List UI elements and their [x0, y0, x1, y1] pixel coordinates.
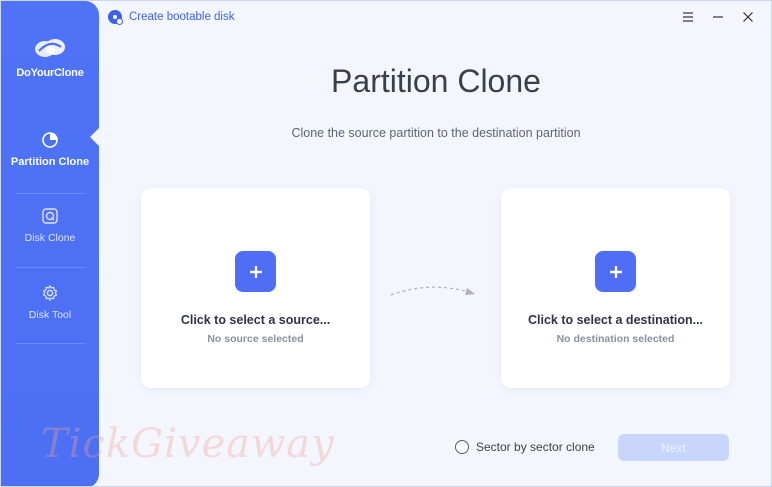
close-button[interactable]	[733, 7, 763, 27]
destination-card[interactable]: Click to select a destination... No dest…	[501, 188, 730, 388]
source-card-status: No source selected	[207, 333, 304, 345]
sidebar-item-partition-clone[interactable]: Partition Clone	[1, 131, 99, 168]
sidebar-item-label: Disk Tool	[28, 309, 72, 321]
divider	[15, 193, 85, 194]
create-bootable-label: Create bootable disk	[129, 11, 235, 23]
hamburger-icon	[683, 12, 693, 22]
gear-icon	[42, 285, 58, 301]
page-subtitle: Clone the source partition to the destin…	[291, 126, 581, 140]
app-logo: DoYourClone	[1, 35, 99, 79]
minimize-button[interactable]	[703, 7, 733, 27]
source-card-title: Click to select a source...	[180, 313, 331, 327]
source-card[interactable]: Click to select a source... No source se…	[141, 188, 370, 388]
pie-chart-icon	[42, 132, 58, 148]
dashed-arrow-icon	[390, 286, 475, 296]
sector-radio[interactable]	[455, 440, 469, 454]
sidebar: DoYourClone Partition Clone Disk Clone D…	[1, 1, 100, 486]
add-source-button[interactable]	[235, 251, 276, 292]
divider	[15, 343, 85, 344]
minimize-icon	[713, 16, 723, 18]
cloud-logo-icon	[35, 39, 65, 57]
next-button[interactable]: Next	[618, 434, 729, 461]
plus-icon	[609, 265, 622, 278]
destination-card-title: Click to select a destination...	[527, 313, 704, 327]
app-window: DoYourClone Partition Clone Disk Clone D…	[0, 0, 772, 487]
menu-button[interactable]	[673, 7, 703, 27]
disk-icon	[42, 208, 58, 224]
bootable-disk-icon	[108, 10, 123, 25]
add-destination-button[interactable]	[595, 251, 636, 292]
sector-by-sector-option[interactable]: Sector by sector clone	[455, 440, 595, 454]
watermark: TickGiveaway	[41, 421, 335, 467]
sidebar-item-label: Disk Clone	[24, 232, 76, 244]
app-name: DoYourClone	[16, 67, 84, 79]
plus-icon	[249, 265, 262, 278]
window-controls	[673, 7, 763, 27]
create-bootable-disk-link[interactable]: Create bootable disk	[107, 9, 234, 25]
sector-label: Sector by sector clone	[476, 440, 595, 454]
destination-card-status: No destination selected	[556, 333, 675, 345]
sidebar-item-disk-clone[interactable]: Disk Clone	[1, 207, 99, 244]
sidebar-item-label: Partition Clone	[10, 156, 90, 168]
divider	[15, 267, 85, 268]
page-title: Partition Clone	[331, 63, 541, 99]
close-icon	[743, 12, 753, 22]
sidebar-item-disk-tool[interactable]: Disk Tool	[1, 284, 99, 321]
